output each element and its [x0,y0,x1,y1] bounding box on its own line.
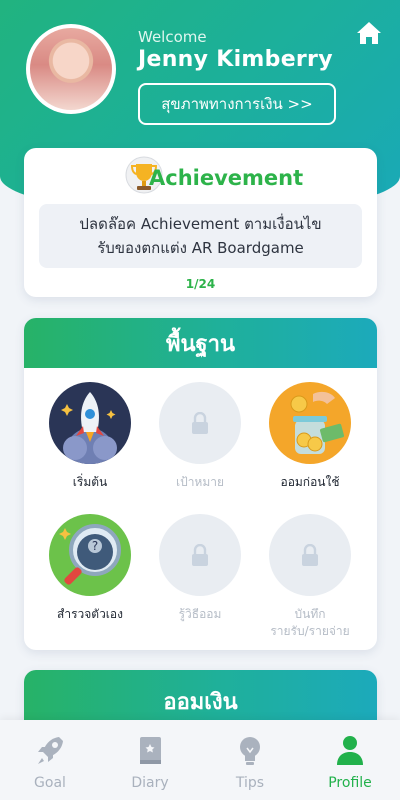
badge-goal-label: เป้าหมาย [175,475,225,489]
money-jar-icon [269,382,351,464]
badge-saving-method[interactable]: รู้วิธีออม [145,514,255,623]
badge-self-survey[interactable]: ? สำรวจตัวเอง [35,514,145,623]
tab-tips-label: Tips [235,775,265,791]
tab-profile[interactable]: Profile [300,720,400,800]
tab-tips[interactable]: Tips [200,720,300,800]
welcome-text: Welcome [138,28,207,46]
tab-goal-label: Goal [34,775,66,791]
magnifier-icon: ? [49,514,131,596]
achievement-title: Achievement [149,166,304,190]
tab-diary-label: Diary [131,775,169,791]
book-icon [140,737,161,764]
tab-diary[interactable]: Diary [100,720,200,800]
lock-icon [159,382,241,464]
badge-save-first[interactable]: ออมก่อนใช้ [255,382,365,491]
badge-goal[interactable]: เป้าหมาย [145,382,255,491]
basics-section: พื้นฐาน เริ่มต้น เป้าหมาย ออมก่อนใช้ ? ส… [24,318,377,650]
badge-start-label: เริ่มต้น [72,475,108,489]
badge-saving-method-label: รู้วิธีออม [178,607,222,621]
badge-income-expense-label-line2: รายรับ/รายจ่าย [270,624,350,638]
achievement-description-line1: ปลดล๊อค Achievement ตามเงื่อนไข [79,215,322,233]
achievement-description: ปลดล๊อค Achievement ตามเงื่อนไข รับของตก… [39,204,362,268]
person-icon [337,736,363,765]
achievement-progress: 1/24 [185,277,216,291]
svg-text:?: ? [92,539,98,553]
achievement-description-line2: รับของตกแต่ง AR Boardgame [97,239,304,257]
avatar[interactable] [26,24,116,114]
rocket-icon [38,737,63,764]
badge-income-expense-label: บันทึก รายรับ/รายจ่าย [255,606,365,640]
rocket-icon [49,382,131,464]
financial-health-button[interactable]: สุขภาพทางการเงิน >> [138,83,336,125]
lock-icon [269,514,351,596]
badge-income-expense-label-line1: บันทึก [294,607,326,621]
badge-self-survey-label: สำรวจตัวเอง [57,607,123,621]
basics-title: พื้นฐาน [24,318,377,368]
user-name: Jenny Kimberry [138,47,333,72]
badge-start[interactable]: เริ่มต้น [35,382,145,491]
tab-goal[interactable]: Goal [0,720,100,800]
badge-income-expense[interactable]: บันทึก รายรับ/รายจ่าย [255,514,365,640]
avatar-photo [30,28,112,110]
home-icon[interactable] [356,20,382,46]
achievement-card[interactable]: Achievement ปลดล๊อค Achievement ตามเงื่อ… [24,148,377,297]
lock-icon [159,514,241,596]
tab-profile-label: Profile [328,775,372,791]
badge-save-first-label: ออมก่อนใช้ [280,475,340,489]
lightbulb-icon [240,737,260,765]
bottom-tab-bar: Goal Diary Tips Profile [0,720,400,800]
